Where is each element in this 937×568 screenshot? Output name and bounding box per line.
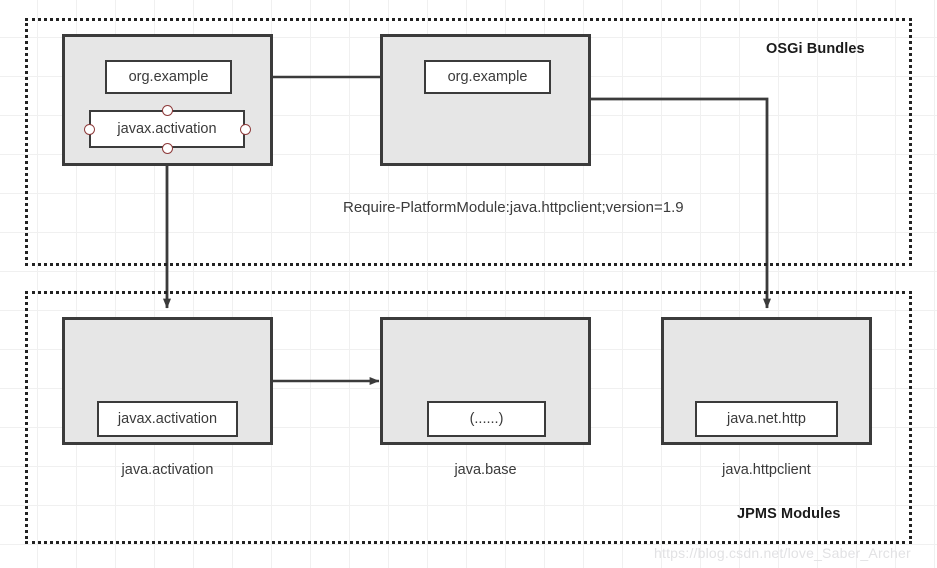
osgi-bundles-label: OSGi Bundles <box>766 41 865 57</box>
module-java-activation-caption: java.activation <box>121 462 214 478</box>
bundle-two-package-org-example[interactable]: org.example <box>424 60 551 94</box>
module-java-base-caption: java.base <box>454 462 517 478</box>
module-java-activation-package[interactable]: javax.activation <box>97 401 238 437</box>
module-java-httpclient-package[interactable]: java.net.http <box>695 401 838 437</box>
port-javax-activation-bottom[interactable] <box>161 142 173 154</box>
watermark: https://blog.csdn.net/love_Saber_Archer <box>654 545 911 561</box>
port-javax-activation-left[interactable] <box>83 123 95 135</box>
require-platform-module-note: Require-PlatformModule:java.httpclient;v… <box>343 199 684 216</box>
port-javax-activation-top[interactable] <box>161 104 173 116</box>
jpms-modules-label: JPMS Modules <box>737 506 841 522</box>
diagram-canvas: OSGi Bundles org.example javax.activatio… <box>0 0 937 568</box>
bundle-one-package-org-example[interactable]: org.example <box>105 60 232 94</box>
port-javax-activation-right[interactable] <box>239 123 251 135</box>
module-java-httpclient-caption: java.httpclient <box>722 462 811 478</box>
module-java-base-package[interactable]: (......) <box>427 401 546 437</box>
bundle-two[interactable] <box>380 34 591 166</box>
